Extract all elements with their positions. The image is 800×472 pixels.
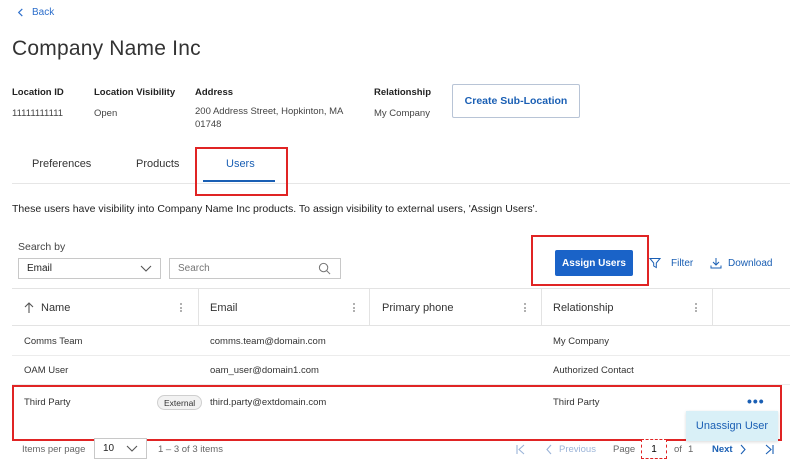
name-column-header[interactable]: Name bbox=[24, 289, 70, 326]
row-email: oam_user@domain1.com bbox=[210, 364, 319, 376]
last-page-icon[interactable] bbox=[765, 444, 774, 455]
users-description: These users have visibility into Company… bbox=[12, 203, 538, 215]
sort-up-icon bbox=[24, 301, 34, 313]
row-email: comms.team@domain.com bbox=[210, 335, 326, 347]
first-page-icon[interactable] bbox=[516, 444, 525, 455]
items-per-page-select[interactable]: 10 bbox=[94, 438, 147, 459]
previous-page-button[interactable]: Previous bbox=[545, 444, 596, 455]
row-relationship: My Company bbox=[553, 335, 609, 347]
download-button[interactable]: Download bbox=[710, 257, 772, 269]
name-column-menu-icon[interactable] bbox=[180, 303, 182, 312]
relationship-column-menu-icon[interactable] bbox=[695, 303, 697, 312]
items-per-page-value: 10 bbox=[103, 443, 115, 454]
table-row[interactable]: Comms Team comms.team@domain.com My Comp… bbox=[12, 327, 790, 356]
phone-column-header[interactable]: Primary phone bbox=[382, 289, 454, 326]
relationship-label: Relationship bbox=[374, 87, 432, 98]
chevron-left-icon bbox=[546, 444, 552, 455]
filter-icon bbox=[649, 258, 661, 269]
email-column-menu-icon[interactable] bbox=[353, 303, 355, 312]
page-title: Company Name Inc bbox=[12, 37, 201, 60]
relationship-column-header[interactable]: Relationship bbox=[553, 289, 614, 326]
next-page-button[interactable]: Next bbox=[712, 444, 747, 455]
tab-products[interactable]: Products bbox=[136, 158, 179, 170]
unassign-user-menu-item[interactable]: Unassign User bbox=[686, 411, 778, 441]
chevron-down-icon bbox=[140, 265, 152, 272]
email-column-header[interactable]: Email bbox=[210, 289, 238, 326]
items-range: 1 – 3 of 3 items bbox=[158, 444, 223, 455]
create-sub-location-button[interactable]: Create Sub-Location bbox=[452, 84, 580, 118]
search-field-select[interactable]: Email bbox=[18, 258, 161, 279]
location-id-label: Location ID bbox=[12, 87, 64, 98]
tabs-divider bbox=[12, 183, 790, 184]
chevron-down-icon bbox=[126, 445, 138, 452]
filter-label: Filter bbox=[671, 257, 694, 269]
chevron-left-icon bbox=[17, 8, 23, 17]
total-pages: 1 bbox=[688, 444, 694, 455]
download-label: Download bbox=[728, 257, 773, 269]
column-separator bbox=[712, 289, 713, 326]
visibility-label: Location Visibility bbox=[94, 87, 176, 98]
previous-label: Previous bbox=[559, 444, 596, 455]
back-link[interactable]: Back bbox=[16, 7, 54, 18]
column-separator bbox=[198, 289, 199, 326]
highlight-assign-users bbox=[531, 235, 649, 286]
page-number-input[interactable] bbox=[641, 439, 667, 459]
filter-button[interactable]: Filter bbox=[649, 257, 693, 269]
search-icon[interactable] bbox=[318, 262, 331, 275]
of-label: of bbox=[674, 444, 682, 455]
table-row[interactable]: OAM User oam_user@domain1.com Authorized… bbox=[12, 356, 790, 385]
column-separator bbox=[369, 289, 370, 326]
column-separator bbox=[541, 289, 542, 326]
items-per-page-label: Items per page bbox=[22, 444, 86, 455]
name-header-label: Name bbox=[41, 301, 71, 314]
highlight-users-tab bbox=[195, 147, 288, 196]
highlight-third-party-row bbox=[12, 385, 782, 441]
search-by-label: Search by bbox=[18, 241, 66, 253]
tab-preferences[interactable]: Preferences bbox=[32, 158, 91, 170]
visibility-value: Open bbox=[94, 108, 118, 119]
phone-column-menu-icon[interactable] bbox=[524, 303, 526, 312]
row-relationship: Authorized Contact bbox=[553, 364, 634, 376]
back-label: Back bbox=[32, 7, 55, 18]
row-name: Comms Team bbox=[24, 335, 83, 347]
location-id-value: 11111111111 bbox=[12, 108, 64, 119]
download-icon bbox=[710, 258, 722, 269]
table-header: Name Email Primary phone Relationship bbox=[12, 288, 790, 326]
search-field-value: Email bbox=[27, 263, 53, 274]
address-line2: 01748 bbox=[195, 119, 222, 130]
page-label: Page bbox=[613, 444, 636, 455]
chevron-right-icon bbox=[740, 444, 746, 455]
address-label: Address bbox=[195, 87, 234, 98]
row-name: OAM User bbox=[24, 364, 69, 376]
next-label: Next bbox=[712, 444, 733, 455]
search-input[interactable] bbox=[169, 258, 341, 279]
relationship-value: My Company bbox=[374, 108, 430, 119]
address-line1: 200 Address Street, Hopkinton, MA bbox=[195, 106, 344, 117]
